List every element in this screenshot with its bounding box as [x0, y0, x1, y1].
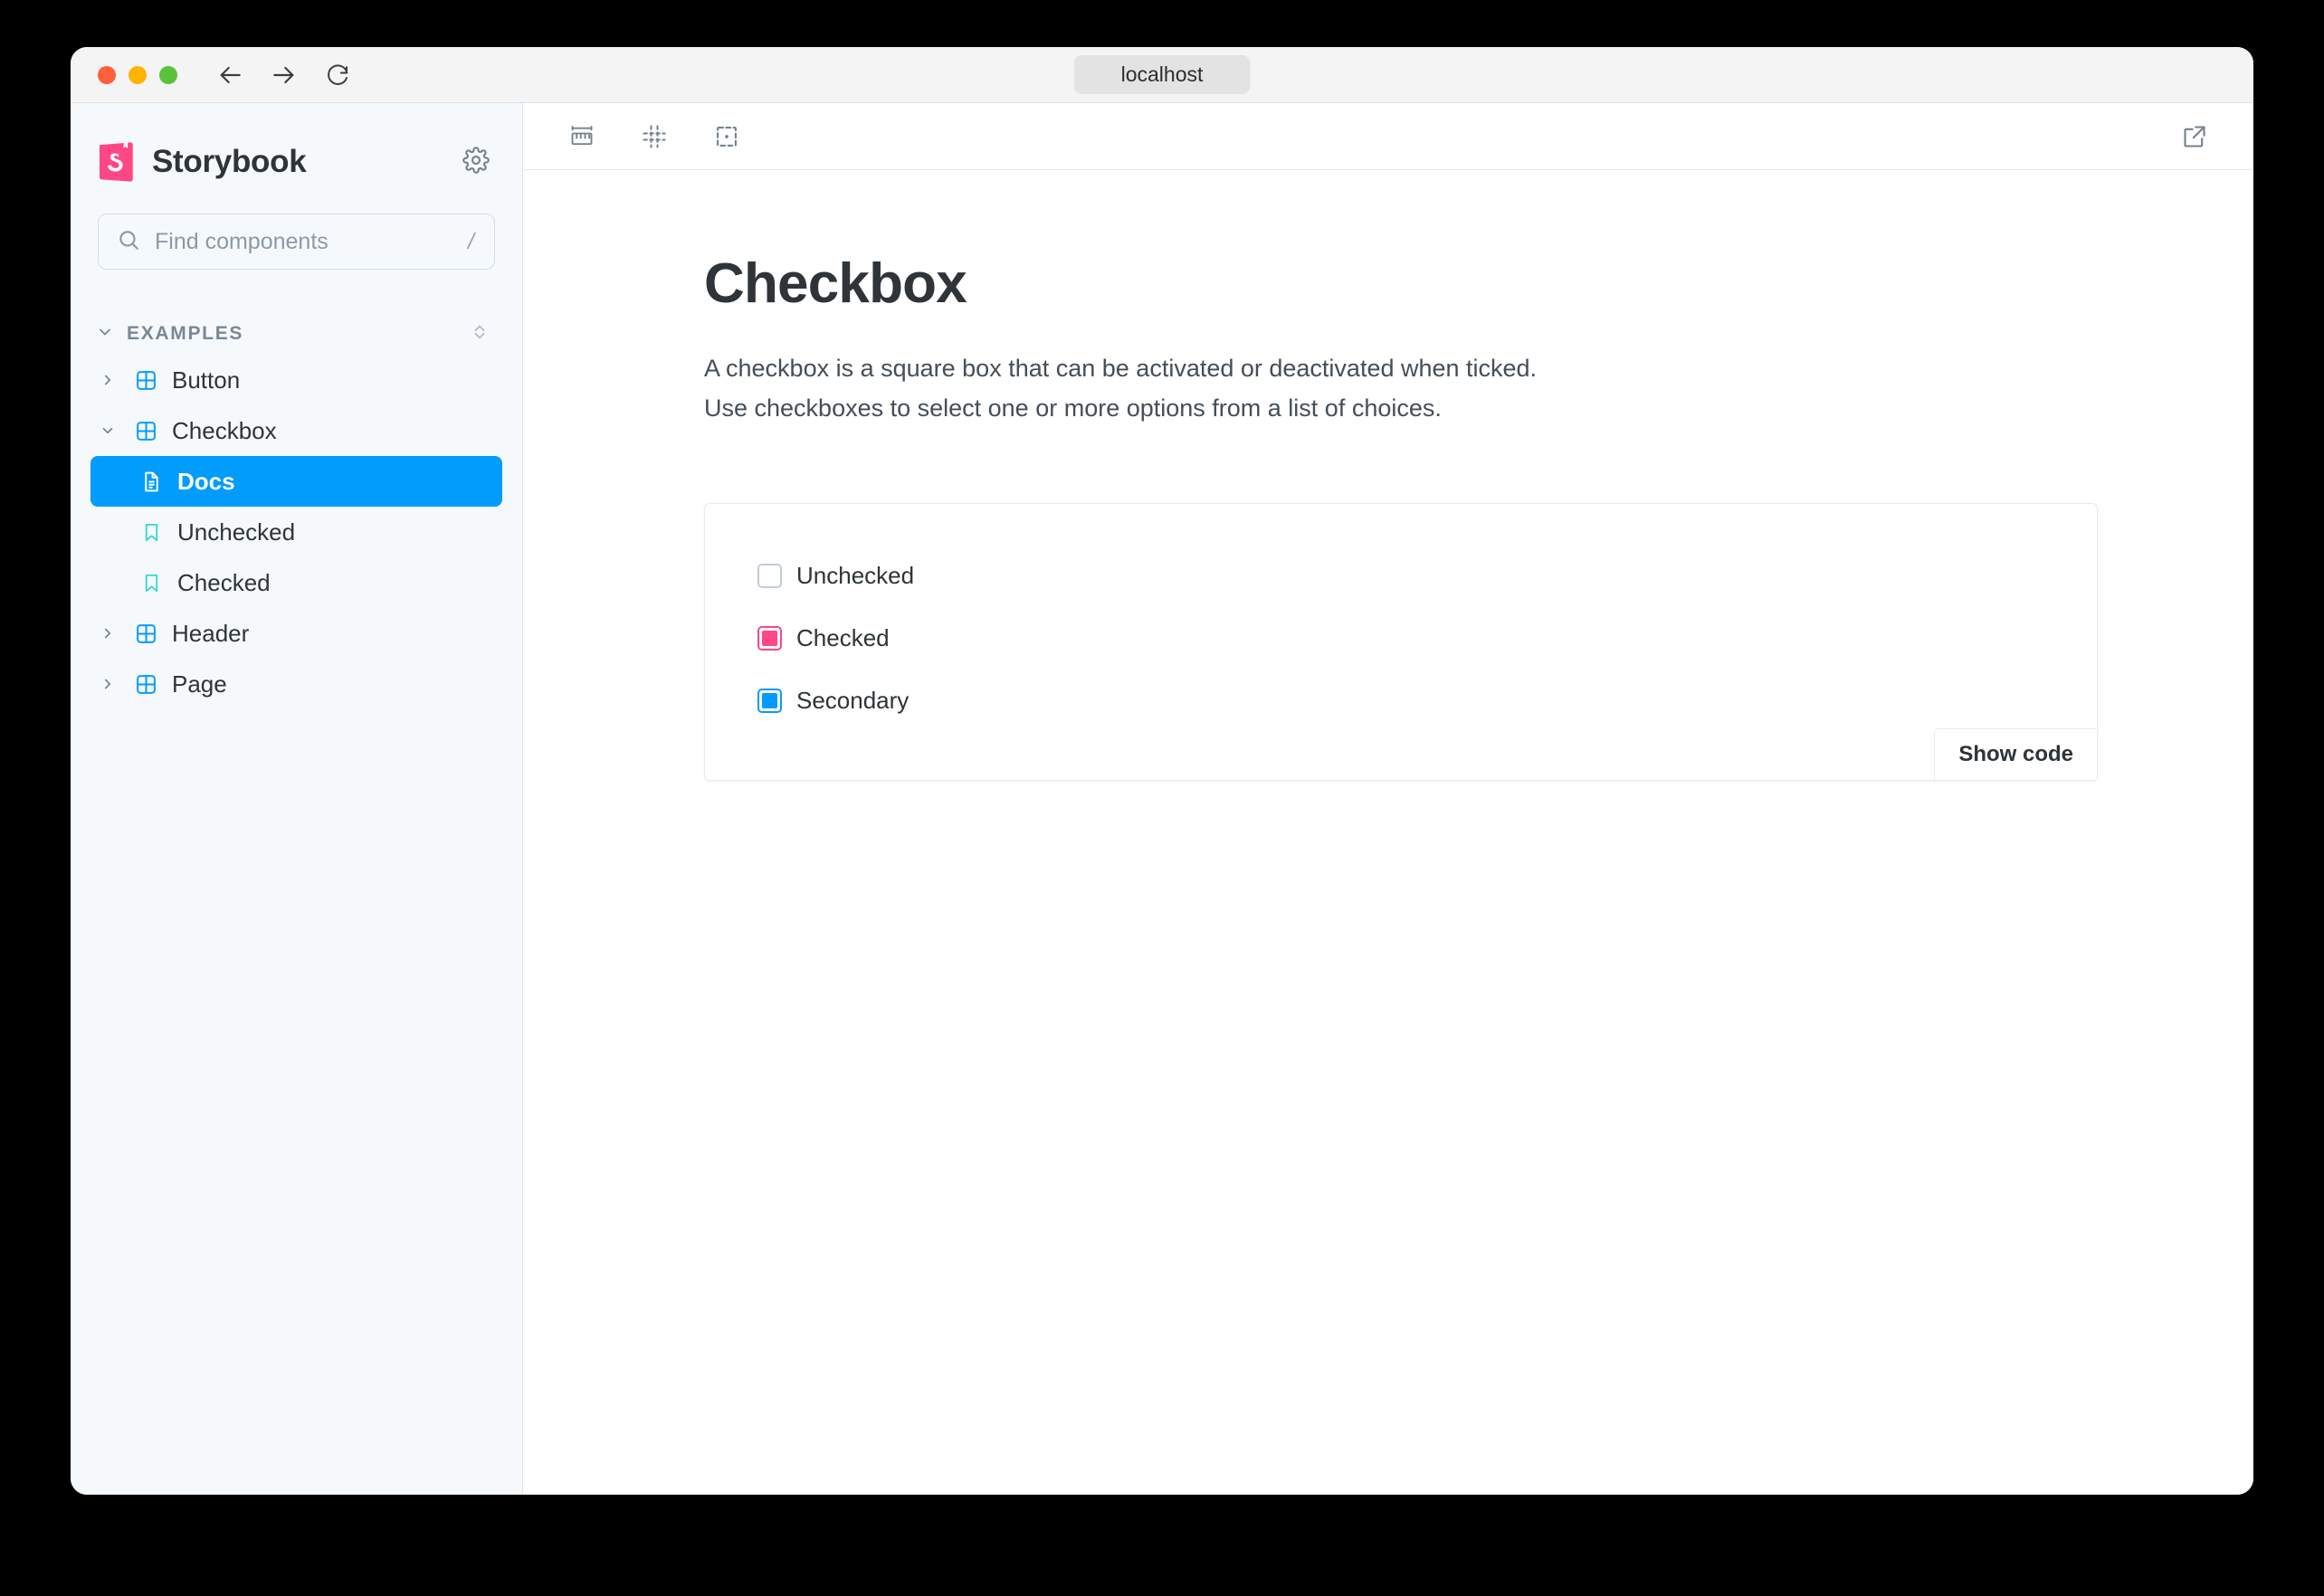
checkbox-label: Checked [796, 623, 890, 651]
docs-icon [138, 470, 165, 493]
search-input[interactable] [155, 228, 454, 255]
sidebar-item-label: Checkbox [172, 416, 277, 444]
storybook-logo-icon [99, 142, 133, 182]
chevron-right-icon [96, 676, 119, 692]
sidebar-item-checkbox[interactable]: Checkbox [90, 405, 502, 456]
page-description: A checkbox is a square box that can be a… [704, 349, 2098, 428]
sidebar-item-docs[interactable]: Docs [90, 456, 502, 507]
address-bar[interactable]: localhost [1073, 54, 1251, 95]
description-line-2: Use checkboxes to select one or more opt… [704, 394, 1442, 422]
outline-icon[interactable] [706, 116, 748, 157]
back-arrow-icon[interactable] [215, 61, 244, 90]
sidebar-item-button[interactable]: Button [90, 355, 502, 405]
checkbox-row-checked[interactable]: Checked [757, 624, 2044, 652]
tree-section-label: EXAMPLES [127, 323, 244, 344]
sidebar: Storybook / [71, 103, 523, 1495]
sidebar-item-label: Checked [177, 568, 271, 596]
chevron-down-icon [96, 323, 114, 346]
minimize-window-button[interactable] [129, 65, 147, 84]
window-controls [98, 65, 177, 84]
sidebar-item-label: Unchecked [177, 518, 296, 546]
open-in-new-tab-icon[interactable] [2174, 116, 2215, 157]
sidebar-item-checked[interactable]: Checked [90, 557, 502, 608]
story-preview-card: Unchecked Checked Secondary Show code [704, 502, 2098, 781]
story-bookmark-icon [138, 573, 165, 594]
maximize-window-button[interactable] [159, 65, 177, 84]
checkbox-label: Unchecked [796, 561, 915, 589]
search-box[interactable]: / [98, 214, 495, 270]
docs-inner: Checkbox A checkbox is a square box that… [704, 252, 2098, 781]
preview-toolbar [523, 103, 2253, 170]
sidebar-item-header[interactable]: Header [90, 608, 502, 659]
checkbox-label: Secondary [796, 686, 910, 714]
sidebar-item-page[interactable]: Page [90, 659, 502, 709]
browser-nav-buttons [215, 61, 351, 90]
chevron-down-icon [96, 423, 119, 439]
sidebar-item-unchecked[interactable]: Unchecked [90, 507, 502, 557]
tree-section-left: EXAMPLES [96, 323, 243, 346]
component-icon [132, 673, 159, 696]
brand-title: Storybook [152, 144, 307, 179]
checkbox-unchecked[interactable] [757, 563, 782, 588]
component-icon [132, 622, 159, 645]
main-panel: Checkbox A checkbox is a square box that… [523, 103, 2253, 1495]
storybook-app: Storybook / [71, 103, 2253, 1495]
docs-content: Checkbox A checkbox is a square box that… [523, 170, 2253, 1495]
show-code-button[interactable]: Show code [1934, 727, 2098, 781]
search-icon [117, 228, 140, 256]
component-icon [132, 369, 159, 392]
sidebar-item-label: Header [172, 619, 250, 647]
checkbox-row-secondary[interactable]: Secondary [757, 687, 2044, 715]
sidebar-item-label: Button [172, 366, 241, 394]
browser-window: localhost Storybook Find components / EX… [71, 47, 2253, 1495]
browser-titlebar: localhost [71, 47, 2253, 103]
sidebar-item-label: Docs [177, 467, 235, 495]
story-bookmark-icon [138, 522, 165, 543]
chevron-right-icon [96, 372, 119, 388]
grid-icon[interactable] [633, 116, 675, 157]
forward-arrow-icon[interactable] [270, 61, 299, 90]
component-icon [132, 420, 159, 442]
component-tree: EXAMPLES Button Checkbox Docs Unchecked … [71, 313, 522, 709]
gear-icon[interactable] [462, 146, 490, 178]
checkbox-secondary[interactable] [757, 688, 782, 713]
description-line-1: A checkbox is a square box that can be a… [704, 355, 1538, 383]
tree-section-examples[interactable]: EXAMPLES [71, 313, 522, 355]
sidebar-item-label: Page [172, 670, 227, 698]
sidebar-header: Storybook [71, 103, 522, 183]
measure-icon[interactable] [561, 116, 603, 157]
brand[interactable]: Storybook [98, 141, 307, 183]
checkbox-row-unchecked[interactable]: Unchecked [757, 562, 2044, 590]
chevron-right-icon [96, 625, 119, 641]
close-window-button[interactable] [98, 65, 116, 84]
expand-all-icon[interactable] [470, 322, 490, 347]
checkbox-checked[interactable] [757, 625, 782, 651]
toolbar-tools [561, 116, 748, 157]
page-title: Checkbox [704, 252, 967, 315]
reload-icon[interactable] [324, 62, 351, 89]
search-shortcut-hint: / [468, 228, 474, 254]
